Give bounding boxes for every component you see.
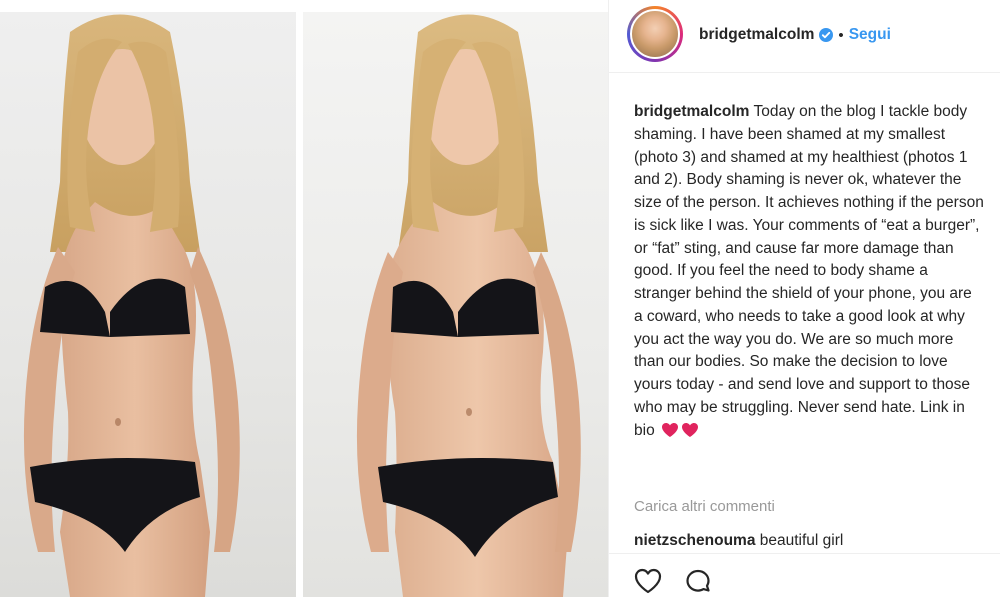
post-caption: bridgetmalcolm Today on the blog I tackl…	[634, 101, 984, 442]
media-sidebar-divider	[608, 0, 609, 597]
comment-item: nietzschenouma beautiful girl	[634, 532, 843, 550]
photo-top-margin	[0, 0, 608, 12]
avatar-story-ring[interactable]	[627, 6, 683, 62]
avatar[interactable]	[630, 9, 680, 59]
figure-illustration	[356, 14, 581, 597]
figure-illustration	[23, 14, 240, 597]
like-button[interactable]	[633, 566, 663, 596]
comment-text: beautiful girl	[759, 532, 844, 549]
caption-text: Today on the blog I tackle body shaming.…	[634, 103, 984, 439]
username-link[interactable]: bridgetmalcolm	[699, 26, 814, 44]
header-user-row: bridgetmalcolm • Segui	[699, 24, 891, 46]
heart-icon	[634, 568, 662, 594]
verified-badge-icon	[819, 28, 834, 42]
photo-gap	[296, 0, 303, 597]
caption-username-link[interactable]: bridgetmalcolm	[634, 103, 749, 120]
separator-dot: •	[838, 26, 844, 44]
actions-divider	[609, 553, 1000, 554]
post-photo[interactable]	[0, 0, 608, 597]
photo-panel-2	[303, 12, 608, 597]
post-header: bridgetmalcolm • Segui	[609, 0, 1000, 73]
load-more-comments-button[interactable]: Carica altri commenti	[634, 498, 775, 515]
red-heart-emoji-icon	[662, 422, 678, 437]
photo-panel-1	[0, 12, 296, 597]
comment-button[interactable]	[683, 566, 713, 596]
follow-button[interactable]: Segui	[849, 26, 891, 44]
comment-username-link[interactable]: nietzschenouma	[634, 532, 755, 549]
comment-icon	[686, 569, 710, 592]
red-heart-emoji-icon	[682, 422, 698, 437]
